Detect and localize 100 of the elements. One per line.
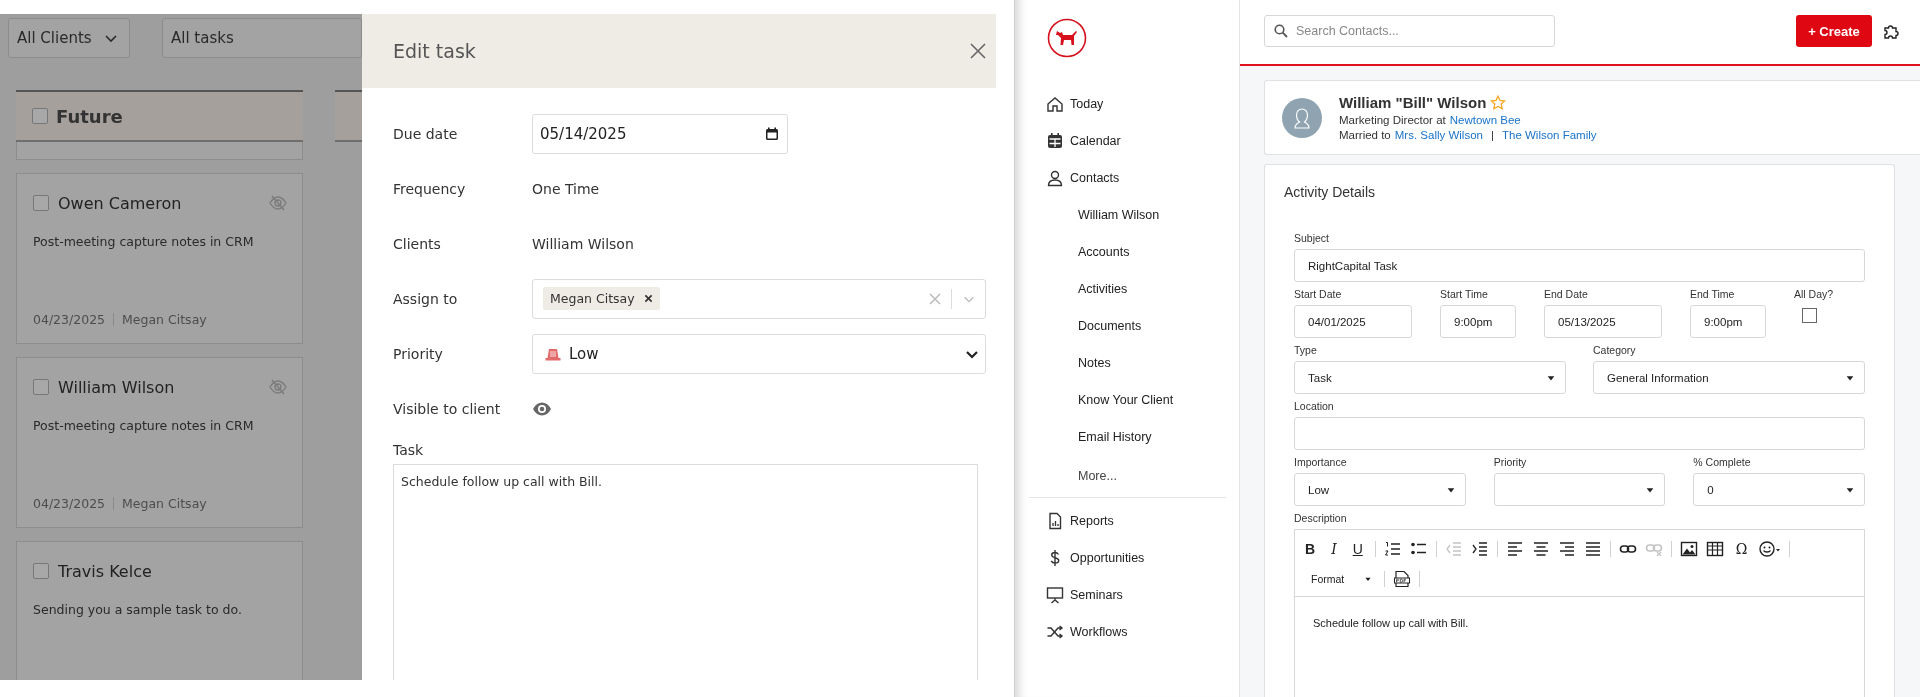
field-label: % Complete <box>1693 456 1752 468</box>
indent-icon[interactable] <box>1470 540 1489 558</box>
filter-dropdown[interactable]: All tasks <box>162 18 362 58</box>
checkbox[interactable] <box>32 108 48 124</box>
client-name: Owen Cameron <box>58 193 183 213</box>
nav-item[interactable]: Reports <box>1046 502 1239 539</box>
field-label: Location <box>1294 400 1335 412</box>
field-label: Assign to <box>393 290 459 307</box>
numbered-list-icon[interactable] <box>1383 540 1402 558</box>
task-description: Post-meeting capture notes in CRM <box>33 234 255 249</box>
image-icon[interactable] <box>1679 540 1698 558</box>
nav-item[interactable]: Seminars <box>1046 576 1239 613</box>
smiley-icon[interactable] <box>1759 540 1782 558</box>
pdf-icon[interactable] <box>1393 570 1412 588</box>
search-field[interactable]: Search Contacts... <box>1264 15 1555 47</box>
input-field[interactable] <box>1294 417 1865 450</box>
remove-icon[interactable] <box>643 294 653 303</box>
toolbar-button[interactable]: I <box>1327 541 1341 557</box>
field-label: Clients <box>393 235 442 252</box>
nav-item[interactable]: Today <box>1046 85 1239 122</box>
input-field[interactable]: 9:00pm <box>1440 305 1516 338</box>
close-icon[interactable] <box>969 42 987 60</box>
input-field[interactable]: 9:00pm <box>1690 305 1766 338</box>
task-card[interactable]: Travis Kelce Sending you a sample task to do. <box>16 541 303 680</box>
household-link[interactable]: The Wilson Family <box>1501 129 1597 141</box>
assignee-name: Megan Citsay <box>122 312 207 327</box>
table-icon[interactable] <box>1705 540 1724 558</box>
tag-label: Megan Citsay <box>550 291 635 306</box>
nav-item[interactable]: Workflows <box>1046 613 1239 650</box>
due-date: 04/23/2025 <box>33 496 106 511</box>
field-label: Due date <box>393 125 459 142</box>
nav-subitem[interactable]: Accounts <box>1046 233 1239 270</box>
nav-subitem[interactable]: Documents <box>1046 307 1239 344</box>
align-left-icon[interactable] <box>1505 540 1524 558</box>
dog-logo <box>1047 18 1087 58</box>
select-field[interactable]: Low <box>1294 473 1466 506</box>
search-icon <box>1274 24 1288 38</box>
create-button[interactable]: + Create <box>1796 15 1872 47</box>
filter-dropdown[interactable]: All Clients <box>8 18 130 58</box>
field-label: Visible to client <box>393 400 502 417</box>
task-description: Post-meeting capture notes in CRM <box>33 418 255 433</box>
more-link[interactable]: More... <box>1046 455 1239 497</box>
input-field[interactable]: RightCapital Task <box>1294 249 1865 282</box>
nav-subitem[interactable]: Know Your Client <box>1046 381 1239 418</box>
house-icon <box>1046 94 1064 113</box>
company-link[interactable]: Newtown Bee <box>1449 114 1521 126</box>
nav-subitem[interactable]: Notes <box>1046 344 1239 381</box>
nav-subitem[interactable]: William Wilson <box>1046 196 1239 233</box>
input-field[interactable]: 04/01/2025 <box>1294 305 1412 338</box>
field-label: Subject <box>1294 232 1331 244</box>
checkbox[interactable] <box>1802 308 1817 323</box>
nav-item[interactable]: Calendar <box>1046 122 1239 159</box>
checkbox[interactable] <box>33 379 49 395</box>
field-value: William Wilson <box>532 235 634 252</box>
separator: | <box>1490 129 1494 141</box>
calendar-icon <box>1046 131 1064 150</box>
field-label: Category <box>1593 344 1637 356</box>
report-icon <box>1046 511 1064 530</box>
nav-subitem[interactable]: Email History <box>1046 418 1239 455</box>
field-label: Start Date <box>1294 288 1343 300</box>
spouse-link[interactable]: Mrs. Sally Wilson <box>1394 129 1483 141</box>
nav-subitem[interactable]: Activities <box>1046 270 1239 307</box>
toolbar-button[interactable]: U <box>1348 541 1367 557</box>
nav-item[interactable]: Contacts <box>1046 159 1239 196</box>
toolbar-button[interactable]: B <box>1301 541 1320 557</box>
contact-name: William "Bill" Wilson <box>1339 94 1487 111</box>
client-name: Travis Kelce <box>58 561 153 581</box>
select-field[interactable] <box>1493 473 1666 506</box>
person-icon <box>1046 168 1064 187</box>
task-textarea[interactable]: Schedule follow up call with Bill. <box>393 464 978 680</box>
align-right-icon[interactable] <box>1557 540 1576 558</box>
nav-item[interactable]: Opportunities <box>1046 539 1239 576</box>
format-dropdown[interactable]: Format <box>1301 573 1377 585</box>
assignee-select[interactable]: Megan Citsay <box>532 278 986 319</box>
avatar-icon <box>1282 97 1322 138</box>
field-value: One Time <box>532 180 600 197</box>
job-title: Marketing Director at <box>1339 114 1446 126</box>
assignee-name: Megan Citsay <box>122 496 207 511</box>
dialog-title: Edit task <box>393 40 476 62</box>
task-card[interactable]: William Wilson Post-meeting capture notes in CRM 04/23/2025 Megan Citsay <box>16 357 303 528</box>
puzzle-icon[interactable] <box>1882 22 1900 40</box>
priority-select[interactable]: Low <box>532 333 986 374</box>
checkbox[interactable] <box>33 563 49 579</box>
star-outline-icon[interactable] <box>1490 94 1507 111</box>
date-field[interactable]: 05/14/2025 <box>532 113 788 154</box>
select-field[interactable]: 0 <box>1693 473 1865 506</box>
select-field[interactable]: Task <box>1294 361 1566 394</box>
select-field[interactable]: General Information <box>1593 361 1865 394</box>
caret-down-icon <box>1364 575 1373 583</box>
field-label: Priority <box>393 345 444 362</box>
field-label: Description <box>1294 512 1348 524</box>
toolbar-button[interactable]: Ω <box>1731 541 1752 557</box>
field-label: Type <box>1294 344 1318 356</box>
checkbox[interactable] <box>33 195 49 211</box>
input-field[interactable]: 05/13/2025 <box>1544 305 1662 338</box>
align-center-icon[interactable] <box>1531 540 1550 558</box>
task-card[interactable]: Owen Cameron Post-meeting capture notes in CRM 04/23/2025 Megan Citsay <box>16 173 303 344</box>
align-justify-icon[interactable] <box>1583 540 1602 558</box>
field-label: Task <box>393 442 425 458</box>
calendar-icon <box>765 126 779 141</box>
